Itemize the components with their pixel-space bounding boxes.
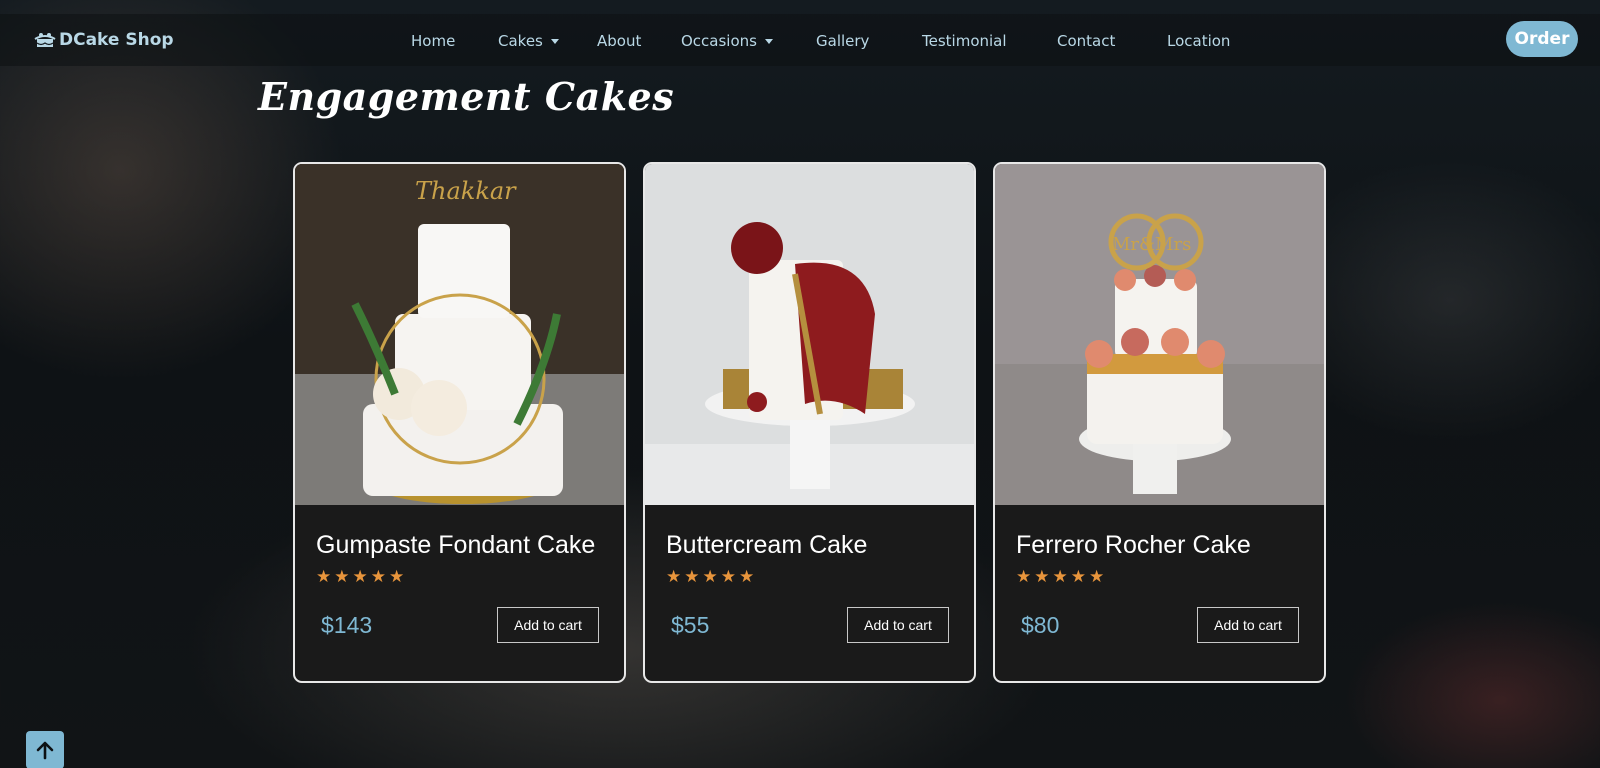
star-icon: ★ (389, 567, 405, 587)
star-icon: ★ (684, 567, 700, 587)
star-icon: ★ (739, 567, 755, 587)
svg-text:Thakkar: Thakkar (415, 177, 517, 205)
nav-about-label: About (597, 32, 642, 50)
nav-occasions-label: Occasions (681, 32, 757, 50)
product-price: $55 (671, 612, 710, 638)
product-name: Ferrero Rocher Cake (1016, 531, 1251, 559)
product-name: Gumpaste Fondant Cake (316, 531, 596, 559)
product-card[interactable]: Mr&Mrs Ferrero Rocher Cake ★ ★ ★ ★ ★ $80… (993, 162, 1326, 683)
order-button[interactable]: Order (1506, 21, 1578, 57)
nav-location-label: Location (1167, 32, 1231, 50)
star-icon: ★ (1016, 567, 1032, 587)
product-card[interactable]: Buttercream Cake ★ ★ ★ ★ ★ $55 Add to ca… (643, 162, 976, 683)
star-icon: ★ (1034, 567, 1050, 587)
nav-about[interactable]: About (597, 30, 641, 52)
brand-logo[interactable]: DCake Shop (34, 28, 174, 52)
star-icon: ★ (1052, 567, 1068, 587)
nav-gallery[interactable]: Gallery (816, 30, 869, 52)
star-icon: ★ (1089, 567, 1105, 587)
nav-contact-label: Contact (1057, 32, 1116, 50)
add-to-cart-button[interactable]: Add to cart (847, 607, 949, 643)
brand-name: DCake Shop (59, 30, 174, 50)
nav-home-label: Home (411, 32, 456, 50)
nav-cakes[interactable]: Cakes (498, 30, 559, 52)
nav-cakes-label: Cakes (498, 32, 543, 50)
back-to-top-button[interactable] (26, 731, 64, 768)
nav-location[interactable]: Location (1167, 30, 1230, 52)
add-to-cart-button[interactable]: Add to cart (1197, 607, 1299, 643)
mr-mrs-cake-photo[interactable]: Mr&Mrs (995, 164, 1324, 505)
arrow-up-icon (36, 741, 54, 760)
nav-contact[interactable]: Contact (1057, 30, 1115, 52)
product-card[interactable]: Thakkar Gumpaste Fondant Cake ★ ★ ★ ★ ★ … (293, 162, 626, 683)
star-icon: ★ (352, 567, 368, 587)
nav-home[interactable]: Home (411, 30, 455, 52)
add-to-cart-button[interactable]: Add to cart (497, 607, 599, 643)
nav-testimonial-label: Testimonial (922, 32, 1007, 50)
star-icon: ★ (720, 567, 736, 587)
product-price: $80 (1021, 612, 1060, 638)
cake-logo-icon (34, 33, 56, 47)
page-title: Engagement Cakes (258, 74, 675, 119)
nav-occasions[interactable]: Occasions (681, 30, 773, 52)
star-icon: ★ (334, 567, 350, 587)
navbar: DCake Shop Home Cakes About Occasions Ga… (0, 14, 1600, 66)
star-icon: ★ (1070, 567, 1086, 587)
svg-text:Mr&Mrs: Mr&Mrs (1112, 234, 1191, 255)
rating-stars: ★ ★ ★ ★ ★ (316, 569, 404, 586)
chevron-down-icon (550, 38, 559, 44)
nav-testimonial[interactable]: Testimonial (922, 30, 1007, 52)
rating-stars: ★ ★ ★ ★ ★ (666, 569, 754, 586)
chevron-down-icon (764, 38, 773, 44)
red-drape-cake-photo[interactable] (645, 164, 974, 505)
product-price: $143 (321, 612, 373, 638)
rating-stars: ★ ★ ★ ★ ★ (1016, 569, 1104, 586)
star-icon: ★ (702, 567, 718, 587)
star-icon: ★ (316, 567, 332, 587)
star-icon: ★ (666, 567, 682, 587)
product-name: Buttercream Cake (666, 531, 868, 559)
white-tiered-cake-photo[interactable]: Thakkar (295, 164, 624, 505)
nav-gallery-label: Gallery (816, 32, 870, 50)
star-icon: ★ (370, 567, 386, 587)
